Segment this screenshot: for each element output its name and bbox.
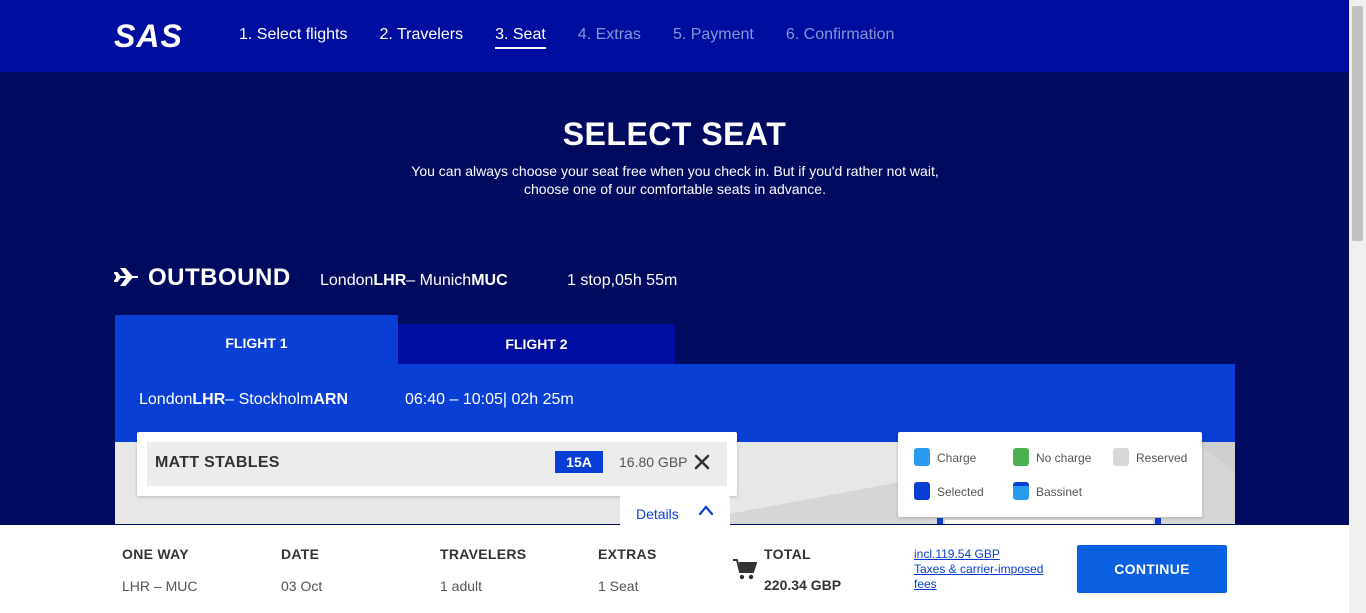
- outbound-label: OUTBOUND: [148, 264, 291, 291]
- reserved-seat-icon: [1113, 448, 1129, 466]
- summary-total: TOTAL 220.34 GBP: [764, 546, 842, 593]
- step-confirmation: 6. Confirmation: [785, 26, 895, 43]
- summary-travelers: TRAVELERS 1 adult: [440, 546, 527, 594]
- seat-legend: Charge No charge Reserved Selected Bassi…: [898, 432, 1202, 517]
- step-seat[interactable]: 3. Seat: [495, 26, 546, 49]
- outbound-summary: OUTBOUND LondonLHR– MunichMUC 1 stop,05h…: [114, 262, 1234, 296]
- flight-route: LondonLHR– StockholmARN: [139, 391, 348, 408]
- top-navigation-bar: SAS 1. Select flights 2. Travelers 3. Se…: [0, 0, 1349, 72]
- close-icon[interactable]: [691, 451, 713, 473]
- bassinet-seat-icon: [1013, 482, 1029, 500]
- summary-date: DATE 03 Oct: [281, 546, 323, 594]
- booking-steps: 1. Select flights 2. Travelers 3. Seat 4…: [239, 26, 926, 49]
- summary-extras: EXTRAS 1 Seat: [598, 546, 657, 594]
- chevron-up-icon: [698, 505, 714, 516]
- booking-summary-bar: ONE WAY LHR – MUC DATE 03 Oct TRAVELERS …: [0, 525, 1349, 613]
- scrollbar-thumb[interactable]: [1352, 6, 1363, 241]
- tab-flight-2[interactable]: FLIGHT 2: [398, 324, 675, 365]
- summary-one-way: ONE WAY LHR – MUC: [122, 546, 198, 594]
- step-payment: 5. Payment: [672, 26, 754, 43]
- tab-flight-1[interactable]: FLIGHT 1: [115, 315, 398, 365]
- page-intro-text: You can always choose your seat free whe…: [411, 163, 939, 197]
- charge-seat-icon: [914, 448, 930, 466]
- taxes-fees-link[interactable]: incl.119.54 GBP Taxes & carrier-imposed …: [914, 547, 1054, 592]
- outbound-route: LondonLHR– MunichMUC: [320, 272, 508, 289]
- passenger-seat-card: MATT STABLES 15A 16.80 GBP: [137, 432, 737, 496]
- step-travelers[interactable]: 2. Travelers: [380, 26, 464, 49]
- seat-price: 16.80 GBP: [619, 454, 688, 470]
- step-select-flights[interactable]: 1. Select flights: [239, 26, 348, 49]
- step-extras: 4. Extras: [577, 26, 641, 43]
- airplane-icon: [114, 268, 138, 286]
- page-scrollbar[interactable]: [1349, 0, 1366, 613]
- passenger-row[interactable]: MATT STABLES 15A 16.80 GBP: [147, 442, 727, 486]
- page-title: SELECT SEAT: [562, 116, 787, 152]
- outbound-stops-duration: 1 stop,05h 55m: [567, 272, 678, 289]
- continue-button[interactable]: CONTINUE: [1077, 545, 1227, 593]
- sas-logo[interactable]: SAS: [114, 18, 183, 55]
- seat-number-badge[interactable]: 15A: [555, 451, 603, 473]
- details-toggle[interactable]: Details: [620, 494, 730, 526]
- no-charge-seat-icon: [1013, 448, 1029, 466]
- shopping-cart-icon: [733, 559, 757, 580]
- selected-seat-icon: [914, 482, 930, 500]
- flight-times: 06:40 – 10:05| 02h 25m: [405, 391, 574, 408]
- details-label: Details: [636, 506, 679, 522]
- passenger-name: MATT STABLES: [155, 454, 280, 471]
